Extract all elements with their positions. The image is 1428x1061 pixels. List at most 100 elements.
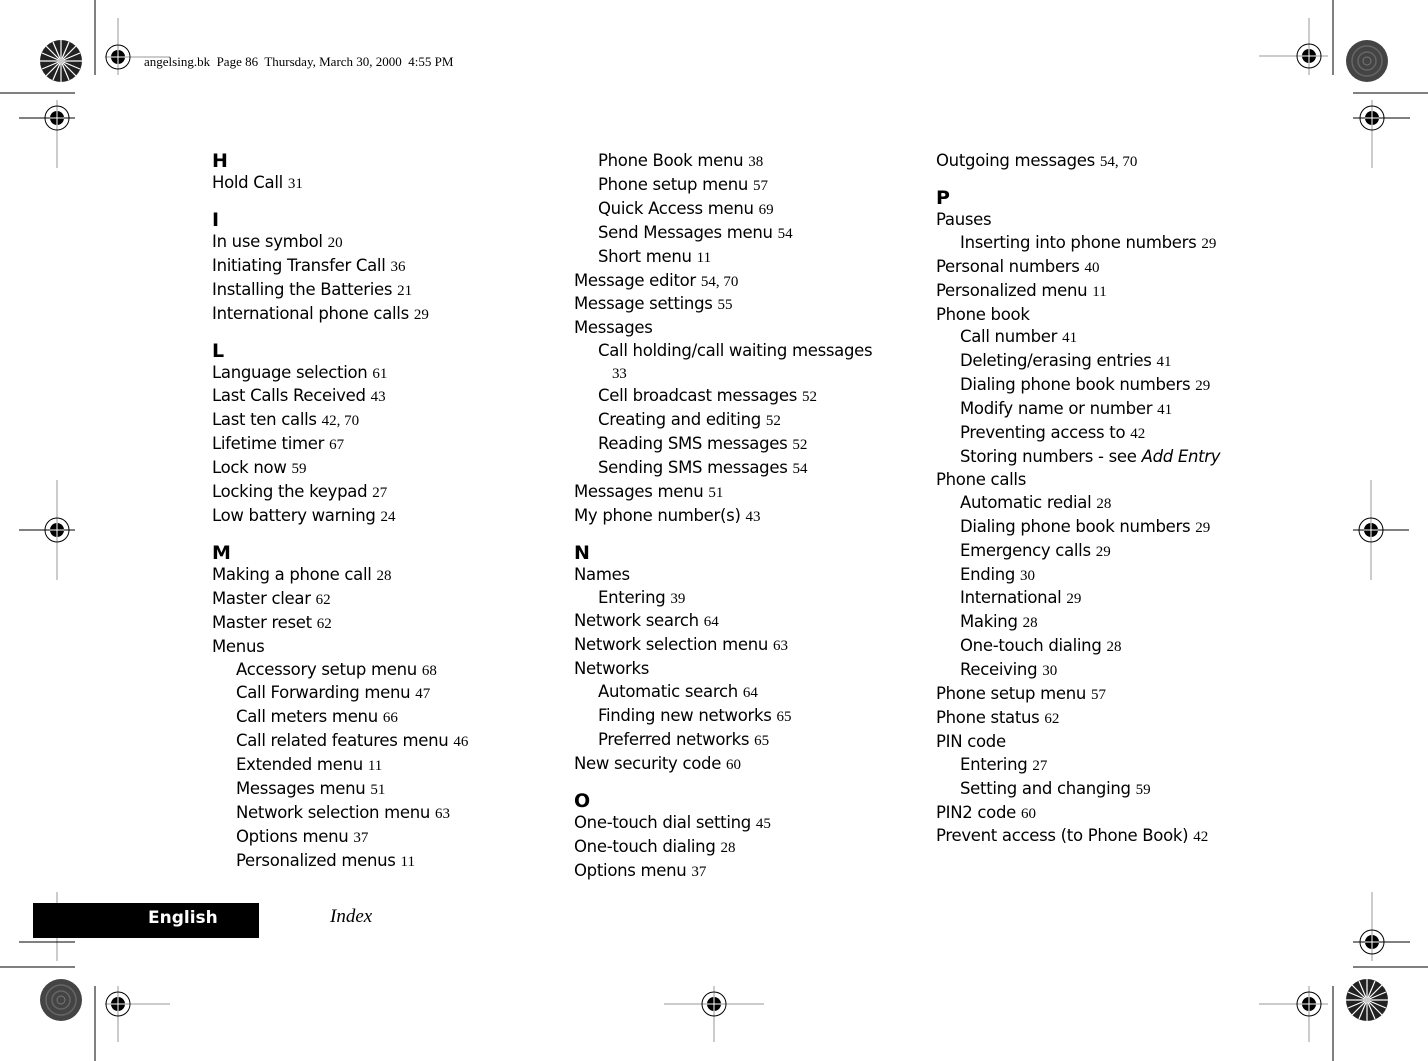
registration-mark-icon xyxy=(1359,105,1385,131)
page-numbers: 57 xyxy=(753,177,769,194)
index-entry: Hold Call 31 xyxy=(212,172,552,196)
registration-mark-icon xyxy=(1359,929,1385,955)
page-numbers: 63 xyxy=(773,638,789,655)
index-term: Finding new networks xyxy=(598,706,772,726)
page-numbers: 42 xyxy=(1193,829,1209,846)
index-term: PIN2 code xyxy=(936,802,1016,822)
index-subentry: Messages menu 51 xyxy=(212,778,552,802)
index-term: Call holding/call waiting messages xyxy=(598,341,873,361)
registration-mark-icon xyxy=(105,44,131,70)
index-entry: Personal numbers 40 xyxy=(936,256,1276,280)
page-numbers: 11 xyxy=(696,249,712,266)
index-term: International phone calls xyxy=(212,303,409,323)
index-entry: Menus xyxy=(212,636,552,659)
index-subentry: Dialing phone book numbers 29 xyxy=(936,374,1276,398)
index-subentry: Phone Book menu 38 xyxy=(574,150,914,174)
registration-mark-icon xyxy=(1358,517,1384,543)
index-subentry: Dialing phone book numbers 29 xyxy=(936,516,1276,540)
index-term: Making a phone call xyxy=(212,564,372,584)
index-term: Messages menu xyxy=(236,779,366,799)
index-subentry: Modify name or number 41 xyxy=(936,398,1276,422)
index-term: Reading SMS messages xyxy=(598,433,788,453)
index-subentry: Call number 41 xyxy=(936,326,1276,350)
index-term: Entering xyxy=(960,754,1028,774)
page-numbers: 60 xyxy=(1020,805,1036,822)
index-term: Last Calls Received xyxy=(212,386,366,406)
page-numbers: 41 xyxy=(1062,330,1078,347)
index-subentry: Cell broadcast messages 52 xyxy=(574,385,914,409)
page-numbers: 51 xyxy=(370,782,386,799)
page-numbers: 37 xyxy=(691,863,707,880)
index-subentry: Call holding/call waiting messages 33 xyxy=(574,340,914,385)
page-numbers: 41 xyxy=(1156,354,1172,371)
page-numbers: 69 xyxy=(758,201,774,218)
index-entry: Phone book xyxy=(936,304,1276,327)
page-numbers: 24 xyxy=(380,508,396,525)
index-entry: PIN2 code 60 xyxy=(936,802,1276,826)
index-entry: Master reset 62 xyxy=(212,612,552,636)
index-entry: PIN code xyxy=(936,731,1276,754)
see-reference: Add Entry xyxy=(1141,446,1221,466)
index-term: Cell broadcast messages xyxy=(598,386,798,406)
index-term: Low battery warning xyxy=(212,505,376,525)
index-entry: Lock now 59 xyxy=(212,457,552,481)
page-numbers: 42, 70 xyxy=(321,413,360,430)
index-subentry: Receiving 30 xyxy=(936,659,1276,683)
index-term: Ending xyxy=(960,564,1016,584)
index-term: Send Messages menu xyxy=(598,222,773,242)
index-column-2: Phone Book menu 38 Phone setup menu 57 Qui… xyxy=(574,150,914,883)
page-numbers: 43 xyxy=(745,508,761,525)
index-entry: Installing the Batteries 21 xyxy=(212,279,552,303)
index-subentry: Inserting into phone numbers 29 xyxy=(936,232,1276,256)
page-numbers: 42 xyxy=(1130,426,1146,443)
index-term: Inserting into phone numbers xyxy=(960,232,1197,252)
index-entry: New security code 60 xyxy=(574,753,914,777)
index-entry: Pauses xyxy=(936,209,1276,232)
page-numbers: 52 xyxy=(801,389,817,406)
print-slug: angelsing.bk Page 86 Thursday, March 30,… xyxy=(144,54,454,69)
page-numbers: 29 xyxy=(1095,543,1111,560)
index-term: Dialing phone book numbers xyxy=(960,516,1191,536)
index-entry: Messages menu 51 xyxy=(574,481,914,505)
registration-mark-icon xyxy=(44,517,70,543)
index-term: Preventing access to xyxy=(960,423,1126,443)
page-numbers: 31 xyxy=(287,176,303,192)
index-term: Networks xyxy=(574,659,650,679)
index-subentry: Extended menu 11 xyxy=(212,754,552,778)
index-subentry: Automatic search 64 xyxy=(574,681,914,705)
page-numbers: 65 xyxy=(776,709,792,726)
index-term: Hold Call xyxy=(212,173,283,192)
page-numbers: 66 xyxy=(382,710,398,727)
registration-mark-icon xyxy=(1296,43,1322,69)
index-subentry: Preventing access to 42 xyxy=(936,422,1276,446)
index-term: Receiving xyxy=(960,660,1038,680)
index-letter-heading: M xyxy=(212,541,231,564)
index-term: Locking the keypad xyxy=(212,482,368,502)
index-term: Personal numbers xyxy=(936,256,1080,276)
index-entry: Options menu 37 xyxy=(574,860,914,884)
page-numbers: 28 xyxy=(720,839,736,856)
page-numbers: 62 xyxy=(316,615,332,632)
index-letter-heading: I xyxy=(212,208,220,231)
page-numbers: 27 xyxy=(372,485,388,502)
index-entry: Phone status 62 xyxy=(936,707,1276,731)
index-entry: One-touch dial setting 45 xyxy=(574,812,914,836)
index-term: Master reset xyxy=(212,612,312,632)
index-subentry: Send Messages menu 54 xyxy=(574,222,914,246)
page-numbers: 52 xyxy=(792,436,808,453)
index-term: Storing numbers - see xyxy=(960,446,1137,466)
page-numbers: 46 xyxy=(453,734,469,751)
page-numbers: 29 xyxy=(413,306,429,323)
index-subentry: Automatic redial 28 xyxy=(936,492,1276,516)
page-numbers: 57 xyxy=(1091,687,1107,704)
index-term: Modify name or number xyxy=(960,399,1153,419)
page-numbers: 29 xyxy=(1066,591,1082,608)
index-term: Master clear xyxy=(212,588,311,608)
page-numbers: 61 xyxy=(372,365,388,382)
page-numbers: 43 xyxy=(370,389,386,406)
index-entry: Prevent access (to Phone Book) 42 xyxy=(936,825,1276,849)
index-subentry: Call meters menu 66 xyxy=(212,706,552,730)
index-term: Personalized menu xyxy=(936,280,1088,300)
color-bar-disc-icon xyxy=(39,978,83,1022)
registration-mark-icon xyxy=(44,105,70,131)
